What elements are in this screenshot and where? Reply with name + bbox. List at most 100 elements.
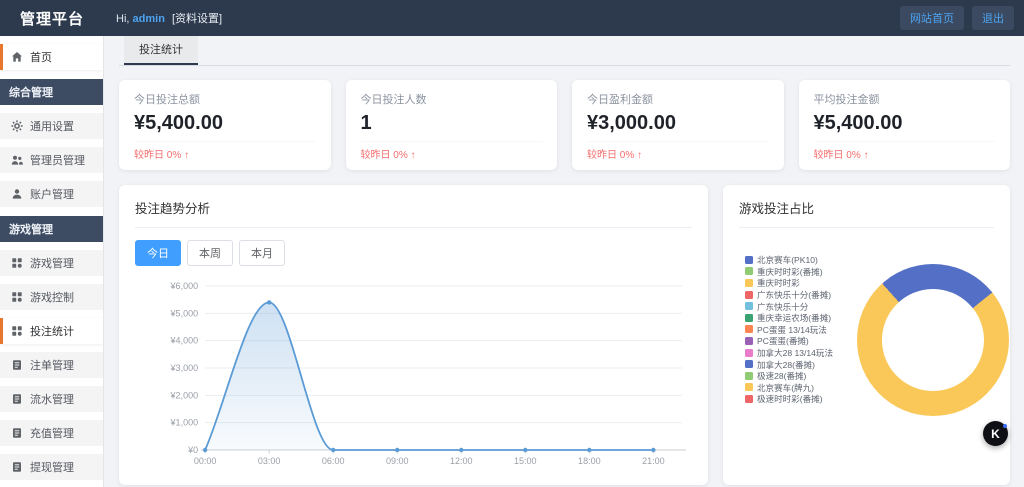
svg-text:21:00: 21:00 — [642, 456, 665, 466]
grid-icon — [11, 257, 23, 269]
svg-text:¥1,000: ¥1,000 — [170, 418, 199, 428]
svg-text:¥4,000: ¥4,000 — [170, 336, 199, 346]
sidebar-section-0[interactable]: 综合管理 — [0, 79, 103, 105]
stat-value: ¥5,400.00 — [814, 112, 996, 135]
svg-text:00:00: 00:00 — [194, 456, 217, 466]
sidebar-item-1-6[interactable]: 提现管理 — [0, 454, 103, 480]
app-title: 管理平台 — [0, 8, 104, 29]
sidebar-item-0-1[interactable]: 管理员管理 — [0, 147, 103, 173]
legend-swatch — [745, 302, 753, 310]
sidebar-item-1-5[interactable]: 充值管理 — [0, 420, 103, 446]
sidebar-item-label: 注单管理 — [30, 357, 74, 373]
document-icon — [11, 393, 23, 405]
stat-change: 较昨日 0% ↑ — [814, 141, 996, 161]
trend-area-chart: ¥0¥1,000¥2,000¥3,000¥4,000¥5,000¥6,00000… — [135, 274, 692, 475]
top-header: 管理平台 Hi, admin [资料设置] 网站首页 退出 — [0, 0, 1024, 36]
stat-label: 今日盈利金额 — [587, 91, 769, 107]
range-button-2[interactable]: 本月 — [239, 240, 285, 266]
sidebar-item-label: 流水管理 — [30, 391, 74, 407]
site-home-button[interactable]: 网站首页 — [900, 6, 964, 30]
floating-k-badge[interactable]: K — [983, 421, 1008, 446]
svg-text:15:00: 15:00 — [514, 456, 537, 466]
legend-item-3[interactable]: 广东快乐十分(番摊) — [745, 289, 857, 301]
legend-swatch — [745, 360, 753, 368]
stat-change: 较昨日 0% ↑ — [134, 141, 316, 161]
stat-label: 今日投注总额 — [134, 91, 316, 107]
svg-text:¥6,000: ¥6,000 — [170, 281, 199, 291]
stat-label: 平均投注金额 — [814, 91, 996, 107]
legend-item-4[interactable]: 广东快乐十分 — [745, 300, 857, 312]
legend-label: 重庆时时彩 — [757, 277, 800, 289]
sidebar-item-0-0[interactable]: 通用设置 — [0, 113, 103, 139]
legend-label: 极速28(番摊) — [757, 370, 806, 382]
profile-settings-link[interactable]: [资料设置] — [172, 13, 222, 25]
legend-swatch — [745, 291, 753, 299]
legend-item-5[interactable]: 重庆幸运农场(番摊) — [745, 312, 857, 324]
range-button-1[interactable]: 本周 — [187, 240, 233, 266]
greeting-prefix: Hi, — [116, 13, 129, 25]
game-share-panel: 游戏投注占比 北京赛车(PK10) 重庆时时彩(番摊) 重庆时时彩 广东快乐十分… — [723, 185, 1010, 485]
sidebar-item-label: 账户管理 — [30, 186, 74, 202]
legend-swatch — [745, 325, 753, 333]
tab-0[interactable]: 投注统计 — [124, 36, 198, 65]
sidebar-item-1-1[interactable]: 游戏控制 — [0, 284, 103, 310]
users-icon — [11, 154, 23, 166]
document-icon — [11, 427, 23, 439]
svg-text:¥5,000: ¥5,000 — [170, 308, 199, 318]
legend-item-7[interactable]: PC蛋蛋(番摊) — [745, 335, 857, 347]
sidebar-item-label: 管理员管理 — [30, 152, 85, 168]
sidebar-item-label: 首页 — [30, 49, 52, 65]
stat-value: ¥5,400.00 — [134, 112, 316, 135]
legend-swatch — [745, 383, 753, 391]
sidebar-item-home[interactable]: 首页 — [0, 44, 103, 70]
legend-label: 广东快乐十分(番摊) — [757, 288, 831, 300]
legend-swatch — [745, 337, 753, 345]
sidebar-item-label: 游戏控制 — [30, 289, 74, 305]
legend-swatch — [745, 279, 753, 287]
sidebar-item-label: 充值管理 — [30, 425, 74, 441]
legend-label: 极速时时彩(番摊) — [757, 393, 823, 405]
tab-bar: 投注统计 — [119, 36, 1010, 66]
legend-item-8[interactable]: 加拿大28 13/14玩法 — [745, 347, 857, 359]
legend-swatch — [745, 395, 753, 403]
bet-trend-panel: 投注趋势分析 今日本周本月 ¥0¥1,000¥2,000¥3,000¥4,000… — [119, 185, 708, 485]
charts-row: 投注趋势分析 今日本周本月 ¥0¥1,000¥2,000¥3,000¥4,000… — [119, 185, 1010, 485]
sidebar-item-label: 投注统计 — [30, 323, 74, 339]
sidebar-section-1[interactable]: 游戏管理 — [0, 216, 103, 242]
stat-label: 今日投注人数 — [361, 91, 543, 107]
stat-change: 较昨日 0% ↑ — [361, 141, 543, 161]
legend-item-9[interactable]: 加拿大28(番摊) — [745, 358, 857, 370]
legend-item-0[interactable]: 北京赛车(PK10) — [745, 254, 857, 266]
sidebar-item-1-2[interactable]: 投注统计 — [0, 318, 103, 344]
main-content: 投注统计 今日投注总额 ¥5,400.00 较昨日 0% ↑ 今日投注人数 1 … — [105, 36, 1024, 487]
svg-text:03:00: 03:00 — [258, 456, 281, 466]
sidebar-nav: 首页综合管理通用设置管理员管理账户管理游戏管理游戏管理游戏控制投注统计注单管理流… — [0, 36, 104, 487]
legend-label: PC蛋蛋(番摊) — [757, 335, 809, 347]
legend-label: 北京赛车(PK10) — [757, 254, 818, 266]
stat-value: 1 — [361, 112, 543, 135]
pie-legend: 北京赛车(PK10) 重庆时时彩(番摊) 重庆时时彩 广东快乐十分(番摊) 广东… — [745, 254, 857, 416]
legend-item-2[interactable]: 重庆时时彩 — [745, 277, 857, 289]
sidebar-item-1-0[interactable]: 游戏管理 — [0, 250, 103, 276]
range-button-0[interactable]: 今日 — [135, 240, 181, 266]
sidebar-item-0-2[interactable]: 账户管理 — [0, 181, 103, 207]
legend-label: 加拿大28 13/14玩法 — [757, 346, 833, 358]
sidebar-section-label: 综合管理 — [9, 84, 53, 100]
logout-button[interactable]: 退出 — [972, 6, 1014, 30]
sidebar-item-1-3[interactable]: 注单管理 — [0, 352, 103, 378]
user-greeting: Hi, admin [资料设置] — [116, 10, 222, 26]
stat-card-0: 今日投注总额 ¥5,400.00 较昨日 0% ↑ — [119, 80, 331, 170]
sidebar-item-1-4[interactable]: 流水管理 — [0, 386, 103, 412]
document-icon — [11, 359, 23, 371]
username: admin — [133, 13, 165, 25]
sidebar-section-label: 游戏管理 — [9, 221, 53, 237]
stat-change: 较昨日 0% ↑ — [587, 141, 769, 161]
legend-swatch — [745, 349, 753, 357]
svg-text:18:00: 18:00 — [578, 456, 601, 466]
pie-content: 北京赛车(PK10) 重庆时时彩(番摊) 重庆时时彩 广东快乐十分(番摊) 广东… — [739, 228, 994, 416]
legend-item-12[interactable]: 极速时时彩(番摊) — [745, 393, 857, 405]
stat-card-2: 今日盈利金额 ¥3,000.00 较昨日 0% ↑ — [572, 80, 784, 170]
svg-text:¥2,000: ¥2,000 — [170, 390, 199, 400]
document-icon — [11, 461, 23, 473]
legend-item-10[interactable]: 极速28(番摊) — [745, 370, 857, 382]
